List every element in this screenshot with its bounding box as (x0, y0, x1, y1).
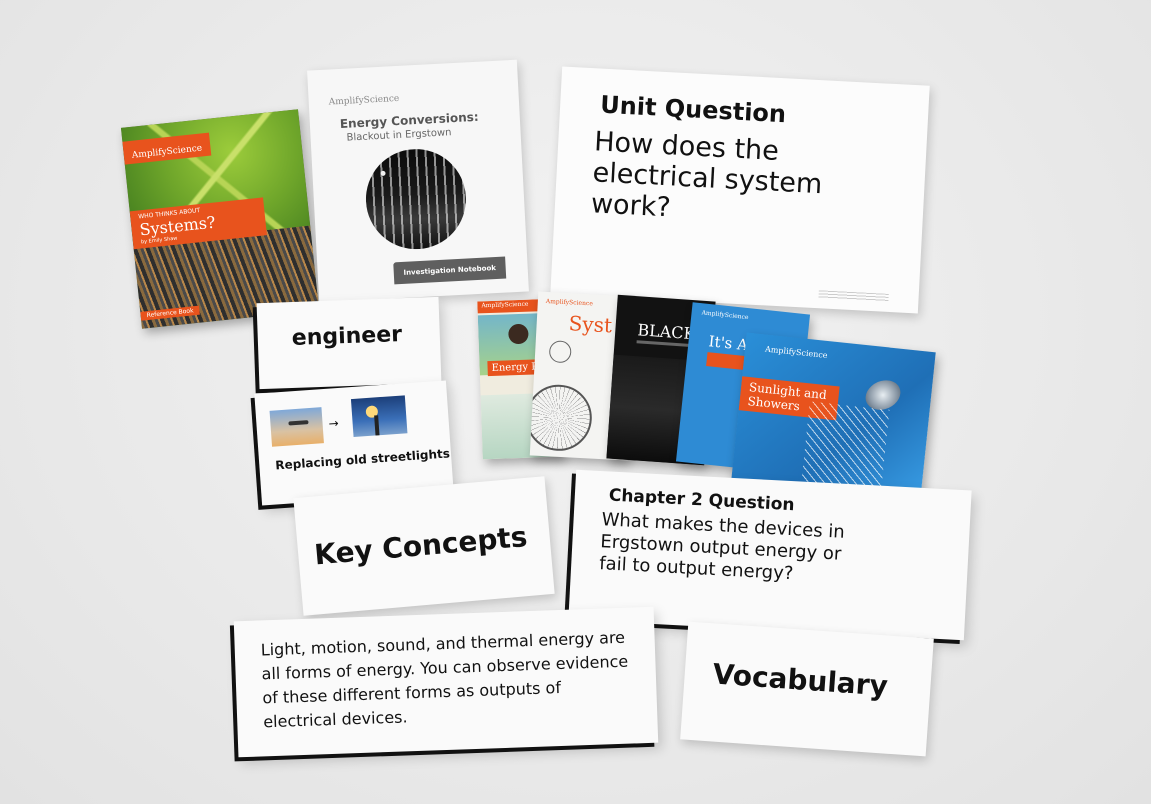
night-city-image (363, 146, 469, 252)
streetlights-caption: Replacing old streetlights (274, 446, 451, 473)
arrow-right-icon: → (328, 416, 340, 431)
new-streetlight-photo (350, 395, 408, 438)
unit-question-card: Unit Question How does the electrical sy… (550, 66, 930, 314)
its-all-brand: AmplifyScience (701, 309, 749, 322)
energy-concept-text: Light, motion, sound, and thermal energy… (260, 627, 629, 732)
notebook-title: Energy Conversions: (339, 109, 479, 131)
notebook-label-tag: Investigation Notebook (393, 256, 507, 285)
vocabulary-text: Vocabulary (711, 657, 889, 703)
energy-title: Energy P (491, 361, 539, 374)
sunlight-brand: AmplifyScience (764, 344, 828, 361)
unit-question-text: How does the electrical system work? (590, 126, 824, 224)
notebook-brand: AmplifyScience (328, 93, 400, 108)
chapter-question-text: What makes the devices in Ergstown outpu… (598, 509, 846, 585)
vocabulary-card: Vocabulary (680, 621, 934, 757)
card-credit (818, 290, 889, 302)
blackout-title: BLACK (636, 320, 697, 344)
systems-reference-book: AmplifyScience WHO THINKS ABOUT Systems?… (120, 109, 320, 329)
systems-title: Syst (568, 311, 613, 338)
key-concepts-card: Key Concepts (293, 476, 555, 616)
engineer-card: engineer (256, 296, 442, 390)
energy-concept-card: Light, motion, sound, and thermal energy… (233, 606, 659, 758)
engineer-word: engineer (291, 322, 403, 351)
systems-brand: AmplifyScience (545, 297, 594, 308)
key-concepts-text: Key Concepts (312, 520, 529, 572)
water-spray (801, 401, 890, 490)
unit-question-heading: Unit Question (599, 90, 787, 129)
bicycle-wheel-drawing (529, 383, 594, 453)
notebook-label: Investigation Notebook (403, 264, 497, 277)
investigation-notebook: AmplifyScience Energy Conversions: Black… (307, 59, 529, 303)
old-streetlight-photo (269, 407, 324, 447)
moon (380, 170, 386, 176)
